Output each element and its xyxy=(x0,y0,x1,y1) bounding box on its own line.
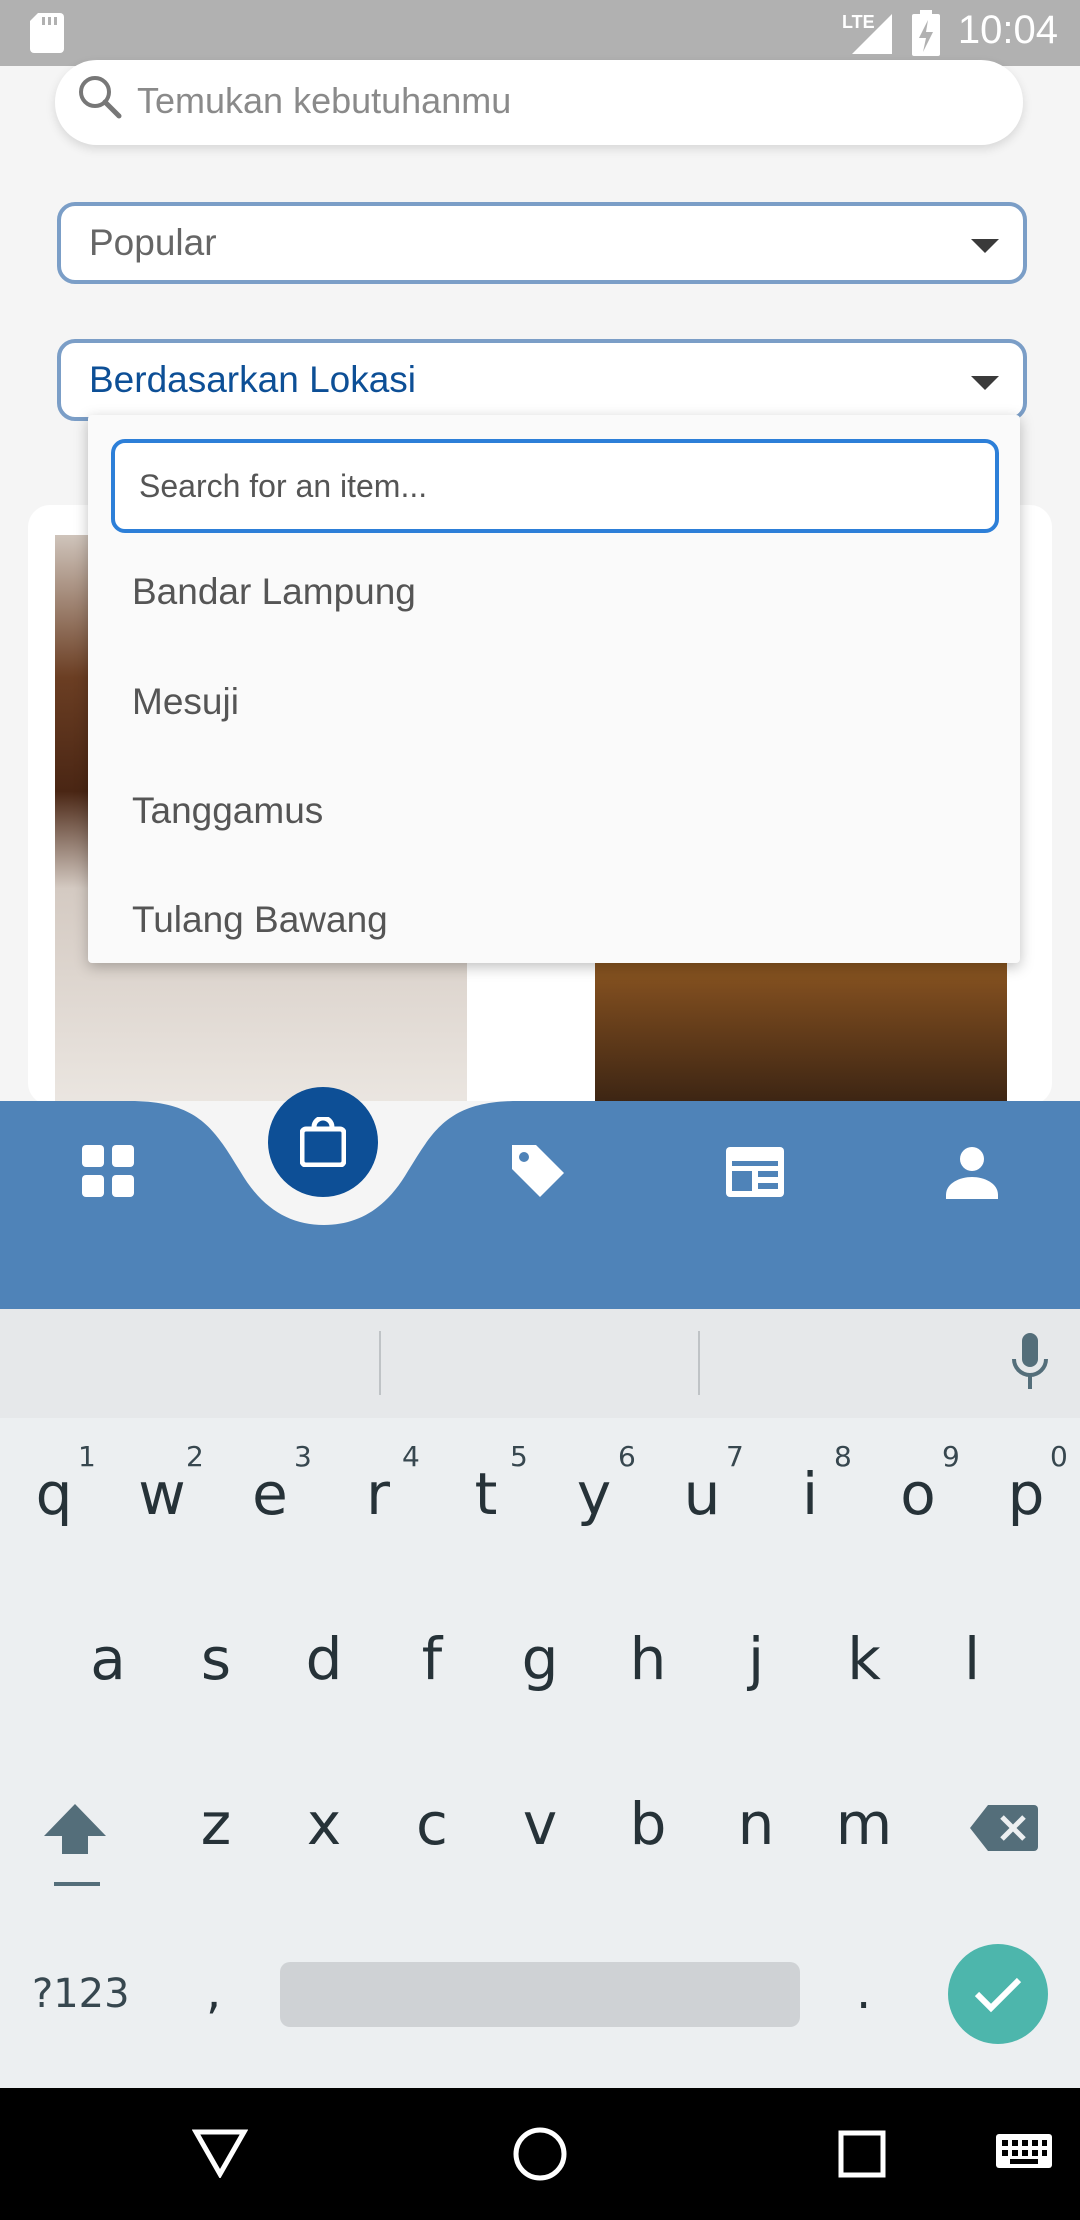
location-option[interactable]: Bandar Lampung xyxy=(132,571,416,613)
recents-icon[interactable] xyxy=(838,2130,886,2178)
suggestion-divider xyxy=(698,1331,700,1395)
chevron-down-icon xyxy=(971,239,999,253)
sd-card-icon xyxy=(30,13,64,53)
shift-icon[interactable] xyxy=(40,1800,110,1890)
key-n[interactable]: n xyxy=(706,1790,806,1858)
spacebar[interactable] xyxy=(280,1962,800,2027)
key-a[interactable]: a xyxy=(58,1625,158,1693)
check-icon xyxy=(974,1977,1022,2013)
sort-dropdown[interactable]: Popular xyxy=(57,202,1027,284)
key-l[interactable]: l xyxy=(922,1625,1022,1693)
bottom-navigation xyxy=(0,1101,1080,1309)
sort-dropdown-value: Popular xyxy=(89,222,217,263)
key-o[interactable]: o xyxy=(868,1460,968,1528)
key-e[interactable]: e xyxy=(220,1460,320,1528)
search-icon xyxy=(79,76,122,119)
key-q[interactable]: q xyxy=(4,1460,104,1528)
key-i[interactable]: i xyxy=(760,1460,860,1528)
battery-charging-icon xyxy=(912,10,940,56)
key-h[interactable]: h xyxy=(598,1625,698,1693)
symbols-key[interactable]: ?123 xyxy=(32,1971,130,2017)
backspace-icon[interactable] xyxy=(970,1805,1038,1851)
keyboard-suggestion-strip xyxy=(0,1309,1080,1418)
location-dropdown[interactable]: Berdasarkan Lokasi xyxy=(57,339,1027,421)
comma-key[interactable]: , xyxy=(206,1964,221,2020)
key-b[interactable]: b xyxy=(598,1790,698,1858)
key-u[interactable]: u xyxy=(652,1460,752,1528)
key-m[interactable]: m xyxy=(814,1790,914,1858)
search-bar[interactable]: Temukan kebutuhanmu xyxy=(55,60,1023,145)
key-k[interactable]: k xyxy=(814,1625,914,1693)
shopping-bag-button[interactable] xyxy=(268,1087,378,1197)
key-v[interactable]: v xyxy=(490,1790,590,1858)
dashboard-icon[interactable] xyxy=(82,1145,134,1197)
key-c[interactable]: c xyxy=(382,1790,482,1858)
key-r[interactable]: r xyxy=(328,1460,428,1528)
key-p[interactable]: p xyxy=(976,1460,1076,1528)
back-icon[interactable] xyxy=(192,2128,248,2178)
key-x[interactable]: x xyxy=(274,1790,374,1858)
key-d[interactable]: d xyxy=(274,1625,374,1693)
key-g[interactable]: g xyxy=(490,1625,590,1693)
person-icon[interactable] xyxy=(944,1145,1000,1201)
popup-search-input[interactable]: Search for an item... xyxy=(111,439,999,533)
status-bar: LTE 10:04 xyxy=(0,0,1080,66)
key-w[interactable]: w xyxy=(112,1460,212,1528)
key-f[interactable]: f xyxy=(382,1625,482,1693)
clock: 10:04 xyxy=(957,8,1058,52)
key-y[interactable]: y xyxy=(544,1460,644,1528)
location-options-popup: Search for an item... Bandar Lampung Mes… xyxy=(88,415,1020,963)
signal-icon xyxy=(852,14,892,54)
location-option[interactable]: Tulang Bawang xyxy=(132,899,388,941)
chevron-down-icon xyxy=(971,376,999,390)
search-input[interactable]: Temukan kebutuhanmu xyxy=(137,80,511,122)
enter-button[interactable] xyxy=(948,1944,1048,2044)
key-t[interactable]: t xyxy=(436,1460,536,1528)
home-icon[interactable] xyxy=(512,2126,568,2182)
shopping-bag-icon xyxy=(300,1117,346,1167)
location-option[interactable]: Mesuji xyxy=(132,681,239,723)
keyboard-icon[interactable] xyxy=(996,2134,1052,2174)
location-option[interactable]: Tanggamus xyxy=(132,790,323,832)
system-nav-bar xyxy=(0,2088,1080,2220)
key-s[interactable]: s xyxy=(166,1625,266,1693)
key-j[interactable]: j xyxy=(706,1625,806,1693)
tag-icon[interactable] xyxy=(508,1141,568,1201)
popup-search-placeholder: Search for an item... xyxy=(139,468,428,504)
microphone-icon[interactable] xyxy=(1010,1333,1050,1393)
suggestion-divider xyxy=(379,1331,381,1395)
news-icon[interactable] xyxy=(726,1147,784,1197)
period-key[interactable]: . xyxy=(856,1964,871,2020)
key-z[interactable]: z xyxy=(166,1790,266,1858)
location-dropdown-value: Berdasarkan Lokasi xyxy=(89,359,417,400)
